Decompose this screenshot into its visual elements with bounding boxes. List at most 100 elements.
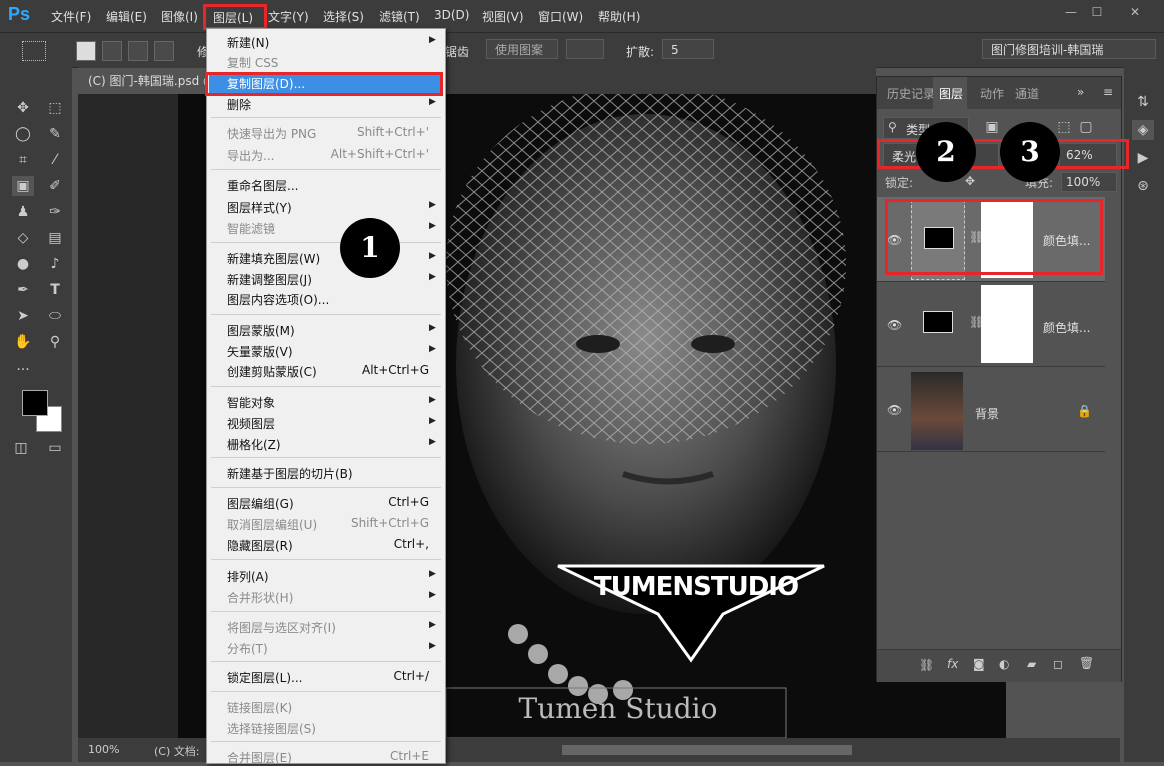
new-group-icon[interactable]: ▰ <box>1027 657 1036 671</box>
new-layer-icon[interactable]: ◻ <box>1053 657 1063 671</box>
type-tool-icon[interactable]: T <box>44 280 66 300</box>
menu-3d[interactable]: 3D(D) <box>434 8 469 22</box>
menu-item[interactable]: 隐藏图层(R) <box>227 537 293 554</box>
menu-item[interactable]: 图层内容选项(O)... <box>227 291 329 308</box>
zoom-level[interactable]: 100% <box>88 743 119 756</box>
visibility-eye-icon[interactable]: 👁 <box>887 318 902 332</box>
brush-tool-icon[interactable]: ✐ <box>44 176 66 196</box>
gradient-tool-icon[interactable]: ▤ <box>44 228 66 248</box>
layer-name[interactable]: 背景 <box>975 405 999 422</box>
lock-position-icon[interactable]: ✥ <box>965 174 975 188</box>
maximize-button[interactable]: ☐ <box>1086 3 1108 21</box>
new-selection-icon[interactable] <box>76 41 96 61</box>
pen-tool-icon[interactable]: ✒ <box>12 280 34 300</box>
layer-mask-thumbnail[interactable] <box>981 285 1033 363</box>
menu-item[interactable]: 智能对象 <box>227 394 275 411</box>
panel-menu-icon[interactable]: ≡ <box>1103 85 1113 99</box>
menu-item[interactable]: 排列(A) <box>227 568 269 585</box>
adjustment-layer-icon[interactable]: ◐ <box>999 657 1009 671</box>
marquee-tool-icon[interactable]: ⬚ <box>44 98 66 118</box>
menu-item[interactable]: 复制图层(D)... <box>227 75 305 92</box>
intersect-selection-icon[interactable] <box>154 41 174 61</box>
crop-tool-icon[interactable]: ⌗ <box>12 150 34 170</box>
menu-item[interactable]: 锁定图层(L)... <box>227 669 303 686</box>
menu-item[interactable]: 创建剪贴蒙版(C) <box>227 363 317 380</box>
filter-shape-icon[interactable]: ⬚ <box>1053 117 1075 137</box>
filter-pixel-icon[interactable]: ▣ <box>981 117 1003 137</box>
close-button[interactable]: ✕ <box>1124 3 1146 21</box>
menu-item[interactable]: 新建调整图层(J) <box>227 271 312 288</box>
eraser-tool-icon[interactable]: ◇ <box>12 228 34 248</box>
foreground-color-swatch[interactable] <box>22 390 48 416</box>
lock-icon[interactable]: 🔒 <box>1077 404 1092 418</box>
menu-window[interactable]: 窗口(W) <box>538 8 583 25</box>
workspace-select[interactable]: 图门修图培训-韩国瑞 <box>982 39 1156 59</box>
hand-tool-icon[interactable]: ✋ <box>12 332 34 352</box>
history-brush-icon[interactable]: ✑ <box>44 202 66 222</box>
menu-item[interactable]: 视频图层 <box>227 415 275 432</box>
shape-tool-icon[interactable]: ⬭ <box>44 306 66 326</box>
more-tools-icon[interactable]: ··· <box>12 360 34 380</box>
layers-panel-icon[interactable]: ◈ <box>1132 120 1154 140</box>
menu-item[interactable]: 矢量蒙版(V) <box>227 343 293 360</box>
menu-item[interactable]: 新建基于图层的切片(B) <box>227 465 353 482</box>
blur-tool-icon[interactable]: ● <box>12 254 34 274</box>
marquee-preset-icon[interactable] <box>22 41 46 61</box>
visibility-eye-icon[interactable]: 👁 <box>887 403 902 417</box>
link-layers-icon[interactable]: ⛓ <box>919 658 934 672</box>
trash-icon[interactable]: 🗑 <box>1079 656 1094 670</box>
quick-select-tool-icon[interactable]: ✎ <box>44 124 66 144</box>
menu-item[interactable]: 删除 <box>227 96 251 113</box>
horizontal-scrollbar[interactable] <box>562 745 852 755</box>
menu-item[interactable]: 重命名图层... <box>227 177 298 194</box>
panel-collapse-icon[interactable]: » <box>1077 85 1084 99</box>
stamp-tool-icon[interactable]: ♟ <box>12 202 34 222</box>
patch-tool-icon[interactable]: ▣ <box>12 176 34 196</box>
tab-layers[interactable]: 图层 <box>939 85 963 102</box>
filter-smart-icon[interactable]: ▢ <box>1075 117 1097 137</box>
screen-mode-icon[interactable]: ▭ <box>44 438 66 458</box>
add-selection-icon[interactable] <box>102 41 122 61</box>
menu-view[interactable]: 视图(V) <box>482 8 524 25</box>
layer-row[interactable]: 👁 背景 🔒 <box>877 367 1105 452</box>
subtract-selection-icon[interactable] <box>128 41 148 61</box>
minimize-button[interactable]: — <box>1060 3 1082 21</box>
menu-item[interactable]: 图层编组(G) <box>227 495 294 512</box>
channels-panel-icon[interactable]: ⊛ <box>1132 176 1154 196</box>
tab-actions[interactable]: 动作 <box>980 85 1004 102</box>
menu-edit[interactable]: 编辑(E) <box>106 8 147 25</box>
menu-file[interactable]: 文件(F) <box>51 8 91 25</box>
menu-item[interactable]: 栅格化(Z) <box>227 436 281 453</box>
menu-filter[interactable]: 滤镜(T) <box>379 8 420 25</box>
layer-row[interactable]: 👁 ⛓ 颜色填... <box>877 282 1105 367</box>
annotation-circle: 3 <box>1000 122 1060 182</box>
quick-mask-icon[interactable]: ◫ <box>10 438 32 458</box>
path-select-tool-icon[interactable]: ➤ <box>12 306 34 326</box>
layer-name[interactable]: 颜色填... <box>1043 319 1090 336</box>
menu-type[interactable]: 文字(Y) <box>268 8 309 25</box>
dodge-tool-icon[interactable]: ♪ <box>44 254 66 274</box>
move-tool-icon[interactable]: ✥ <box>12 98 34 118</box>
history-panel-icon[interactable]: ⇅ <box>1132 92 1154 112</box>
menu-item[interactable]: 新建填充图层(W) <box>227 250 320 267</box>
menu-select[interactable]: 选择(S) <box>323 8 364 25</box>
menu-item[interactable]: 图层样式(Y) <box>227 199 292 216</box>
tab-history[interactable]: 历史记录 <box>887 85 935 102</box>
zoom-tool-icon[interactable]: ⚲ <box>44 332 66 352</box>
fx-icon[interactable]: fx <box>947 657 958 671</box>
submenu-arrow-icon: ▶ <box>429 437 436 447</box>
lasso-tool-icon[interactable]: ◯ <box>12 124 34 144</box>
pattern-picker[interactable] <box>566 39 604 59</box>
add-mask-icon[interactable]: ◙ <box>973 657 985 671</box>
menu-item[interactable]: 图层蒙版(M) <box>227 322 295 339</box>
actions-panel-icon[interactable]: ▶ <box>1132 148 1154 168</box>
fill-input[interactable]: 100% <box>1061 172 1117 192</box>
document-tab[interactable]: (C) 图门-韩国瑞.psd @ <box>78 68 208 94</box>
eyedropper-tool-icon[interactable]: ⁄ <box>44 150 66 170</box>
menu-help[interactable]: 帮助(H) <box>598 8 640 25</box>
use-pattern-button[interactable]: 使用图案 <box>486 39 558 59</box>
tab-channels[interactable]: 通道 <box>1015 85 1039 102</box>
expand-input[interactable]: 5 <box>662 39 714 59</box>
menu-item[interactable]: 新建(N) <box>227 34 269 51</box>
menu-image[interactable]: 图像(I) <box>161 8 198 25</box>
